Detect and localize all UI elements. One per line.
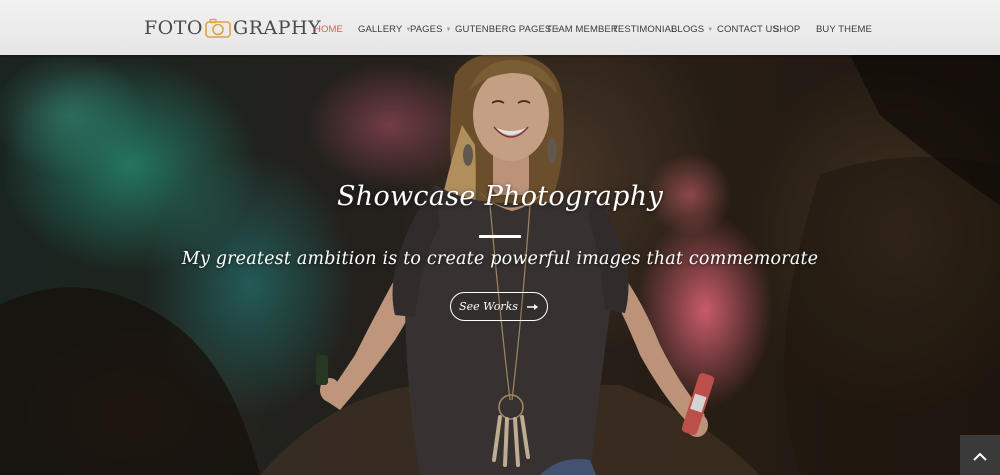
- nav-buy-theme[interactable]: BUY THEME: [816, 24, 872, 35]
- site-header: FOTO GRAPHY HOME GALLERY ▼ PAGES ▼ GUTENBE…: [0, 0, 1000, 55]
- hero-title: Showcase Photography: [336, 181, 664, 212]
- see-works-button[interactable]: See Works: [450, 292, 548, 321]
- nav-gutenberg-pages[interactable]: GUTENBERG PAGES ▼: [455, 24, 560, 35]
- see-works-label: See Works: [459, 300, 518, 313]
- chevron-up-icon: [973, 446, 987, 465]
- nav-pages[interactable]: PAGES ▼: [410, 24, 452, 35]
- chevron-down-icon: ▼: [445, 27, 452, 33]
- nav-blogs[interactable]: BLOGS ▼: [671, 24, 713, 35]
- nav-team-member[interactable]: TEAM MEMBER: [546, 24, 618, 35]
- arrow-right-icon: [526, 300, 539, 314]
- scroll-to-top-button[interactable]: [960, 435, 1000, 475]
- hero-banner: Showcase Photography My greatest ambitio…: [0, 55, 1000, 475]
- logo-text-left: FOTO: [144, 17, 204, 39]
- hero-divider: [479, 235, 521, 238]
- hero-subtitle: My greatest ambition is to create powerf…: [181, 249, 819, 269]
- chevron-down-icon: ▼: [707, 27, 714, 33]
- nav-home[interactable]: HOME: [314, 24, 343, 35]
- nav-testimonial[interactable]: TESTIMONIAL: [612, 24, 676, 35]
- nav-gallery[interactable]: GALLERY ▼: [358, 24, 411, 35]
- site-logo[interactable]: FOTO GRAPHY: [144, 16, 321, 40]
- nav-contact-us[interactable]: CONTACT US: [717, 24, 779, 35]
- camera-icon: [205, 18, 231, 38]
- logo-text-right: GRAPHY: [233, 17, 322, 39]
- nav-shop[interactable]: SHOP: [773, 24, 800, 35]
